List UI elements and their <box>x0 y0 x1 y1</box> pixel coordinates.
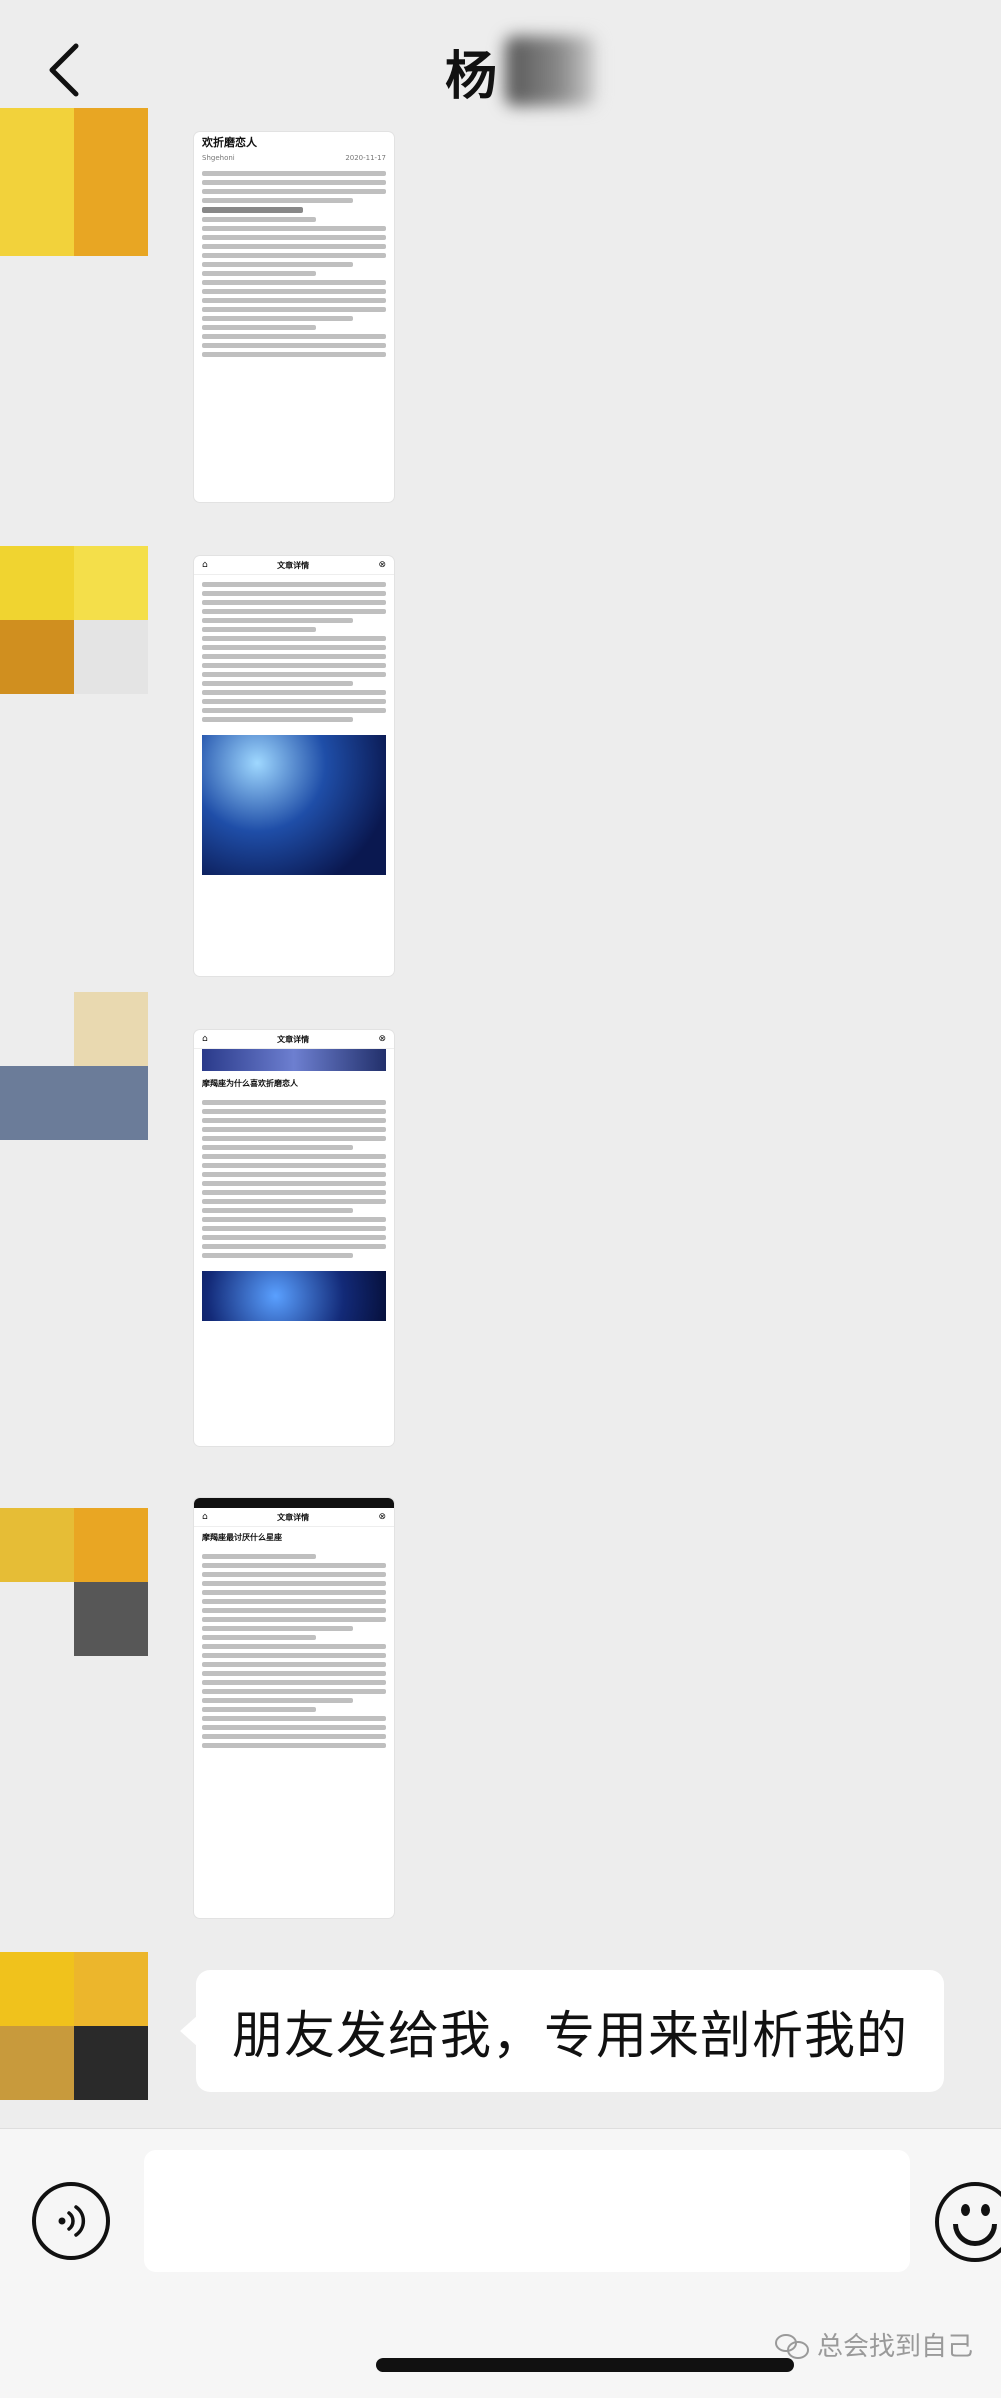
image-message[interactable]: ⌂ 文章详情 ⊗ 摩羯座为什么喜欢折磨恋人 <box>194 1030 394 1446</box>
article-header-title: 文章详情 <box>277 1512 310 1522</box>
chevron-left-icon[interactable] <box>40 40 90 100</box>
article-header-title: 文章详情 <box>277 1034 310 1044</box>
article-body <box>194 1547 394 1755</box>
article-meta: Shgehoni 2020-11-17 <box>194 152 394 164</box>
phone-status-bar <box>194 1498 394 1508</box>
avatar[interactable] <box>0 1952 148 2100</box>
avatar[interactable] <box>0 108 148 256</box>
article-body <box>194 575 394 729</box>
article-image <box>202 1271 386 1321</box>
image-message[interactable]: 欢折磨恋人 Shgehoni 2020-11-17 <box>194 132 394 502</box>
chat-title-text: 杨 <box>444 46 500 107</box>
article-title: 欢折磨恋人 <box>202 136 257 149</box>
message-input[interactable] <box>144 2150 910 2272</box>
article-body <box>194 164 394 364</box>
message-text: 朋友发给我，专用来剖析我的 <box>232 2007 909 2066</box>
sound-waves-icon <box>58 2205 86 2237</box>
image-message[interactable]: ⌂ 文章详情 ⊗ <box>194 556 394 976</box>
top-nav-bar: 杨 <box>0 0 1001 140</box>
article-image <box>202 735 386 875</box>
section-title: 摩羯座为什么喜欢折磨恋人 <box>202 1079 298 1088</box>
close-icon: ⊗ <box>378 560 386 570</box>
avatar[interactable] <box>0 992 148 1140</box>
close-icon: ⊗ <box>378 1034 386 1044</box>
chat-title: 杨 <box>444 36 596 107</box>
watermark: 总会找到自己 <box>775 2326 973 2363</box>
article-header: ⌂ 文章详情 ⊗ <box>194 1508 394 1527</box>
avatar[interactable] <box>0 546 148 694</box>
watermark-text: 总会找到自己 <box>817 2332 974 2362</box>
article-image <box>202 1049 386 1071</box>
close-icon: ⊗ <box>378 1512 386 1522</box>
article-body <box>194 1093 394 1265</box>
article-header: ⌂ 文章详情 ⊗ <box>194 556 394 575</box>
blurred-name-segment <box>505 36 596 106</box>
avatar[interactable] <box>0 1508 148 1656</box>
section-title: 摩羯座最讨厌什么星座 <box>202 1533 282 1542</box>
home-icon: ⌂ <box>202 1034 208 1044</box>
image-message[interactable]: ⌂ 文章详情 ⊗ 摩羯座最讨厌什么星座 <box>194 1498 394 1918</box>
voice-input-icon[interactable] <box>32 2182 110 2260</box>
article-header: ⌂ 文章详情 ⊗ <box>194 1030 394 1049</box>
home-indicator[interactable] <box>376 2358 794 2372</box>
home-icon: ⌂ <box>202 560 208 570</box>
article-header-title: 文章详情 <box>277 560 310 570</box>
article-author: Shgehoni <box>202 154 235 162</box>
article-date: 2020-11-17 <box>345 154 386 162</box>
wechat-icon <box>775 2332 809 2359</box>
text-message-bubble[interactable]: 朋友发给我，专用来剖析我的 <box>180 1970 944 2092</box>
home-icon: ⌂ <box>202 1512 208 1522</box>
